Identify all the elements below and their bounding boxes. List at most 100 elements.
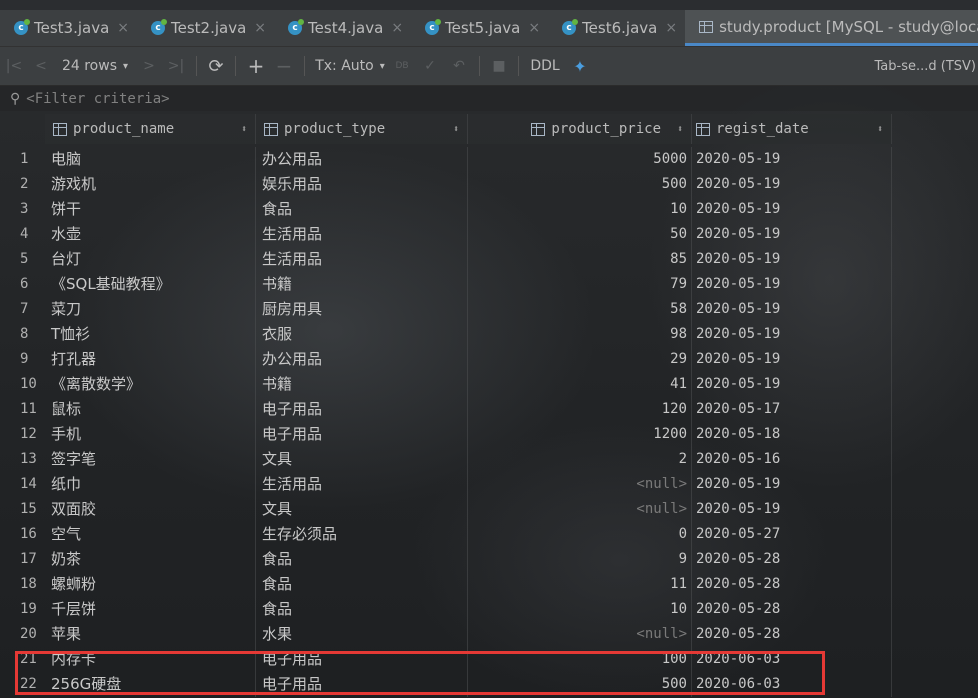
db-icon[interactable]: DB: [389, 47, 415, 85]
close-icon[interactable]: ×: [254, 20, 266, 36]
cell-product-price[interactable]: 10: [468, 197, 692, 222]
cell-regist-date[interactable]: 2020-05-19: [692, 222, 892, 247]
column-header-regist-date[interactable]: regist_date ⬍: [692, 114, 892, 144]
delete-row-icon[interactable]: −: [270, 47, 298, 85]
column-header-product-name[interactable]: product_name ⬍: [45, 114, 256, 144]
cell-product-name[interactable]: 饼干: [45, 197, 256, 222]
table-row[interactable]: 7 菜刀 厨房用具 58 2020-05-19: [0, 297, 892, 322]
cell-product-type[interactable]: 生活用品: [256, 222, 468, 247]
cell-product-type[interactable]: 水果: [256, 622, 468, 647]
cell-product-name[interactable]: 水壶: [45, 222, 256, 247]
cell-product-type[interactable]: 食品: [256, 547, 468, 572]
cell-product-type[interactable]: 书籍: [256, 372, 468, 397]
cell-product-price[interactable]: 10: [468, 597, 692, 622]
first-page-icon[interactable]: |<: [0, 47, 28, 85]
filter-input[interactable]: <Filter criteria>: [26, 91, 169, 107]
table-row[interactable]: 8 T恤衫 衣服 98 2020-05-19: [0, 322, 892, 347]
cell-product-name[interactable]: 奶茶: [45, 547, 256, 572]
cell-regist-date[interactable]: 2020-05-19: [692, 297, 892, 322]
close-icon[interactable]: ×: [391, 20, 403, 36]
cell-product-type[interactable]: 食品: [256, 197, 468, 222]
cell-product-price[interactable]: 85: [468, 247, 692, 272]
table-row[interactable]: 14 纸巾 生活用品 <null> 2020-05-19: [0, 472, 892, 497]
table-row[interactable]: 12 手机 电子用品 1200 2020-05-18: [0, 422, 892, 447]
cell-product-type[interactable]: 食品: [256, 572, 468, 597]
commit-icon[interactable]: ✓: [415, 47, 445, 85]
cell-product-name[interactable]: 《SQL基础教程》: [45, 272, 256, 297]
cell-regist-date[interactable]: 2020-05-28: [692, 547, 892, 572]
cell-product-name[interactable]: 苹果: [45, 622, 256, 647]
cell-product-name[interactable]: 纸巾: [45, 472, 256, 497]
sort-icon[interactable]: ⬍: [241, 124, 247, 135]
tab-test4[interactable]: c Test4.java ×: [274, 10, 411, 46]
table-row[interactable]: 1 电脑 办公用品 5000 2020-05-19: [0, 147, 892, 172]
cell-product-name[interactable]: 双面胶: [45, 497, 256, 522]
cell-regist-date[interactable]: 2020-05-19: [692, 272, 892, 297]
close-icon[interactable]: ×: [528, 20, 540, 36]
cell-regist-date[interactable]: 2020-05-19: [692, 347, 892, 372]
sort-icon[interactable]: ⬍: [877, 124, 883, 135]
cell-product-price[interactable]: 2: [468, 447, 692, 472]
cell-product-name[interactable]: 手机: [45, 422, 256, 447]
table-row[interactable]: 4 水壶 生活用品 50 2020-05-19: [0, 222, 892, 247]
cell-product-name[interactable]: 千层饼: [45, 597, 256, 622]
cell-product-price[interactable]: 41: [468, 372, 692, 397]
cell-regist-date[interactable]: 2020-05-18: [692, 422, 892, 447]
cell-regist-date[interactable]: 2020-05-17: [692, 397, 892, 422]
stop-icon[interactable]: ■: [486, 47, 512, 85]
cell-regist-date[interactable]: 2020-05-28: [692, 622, 892, 647]
cell-product-name[interactable]: T恤衫: [45, 322, 256, 347]
cell-product-name[interactable]: 空气: [45, 522, 256, 547]
cell-product-name[interactable]: 游戏机: [45, 172, 256, 197]
next-page-icon[interactable]: >: [136, 47, 162, 85]
cell-product-price[interactable]: 98: [468, 322, 692, 347]
sort-icon[interactable]: ⬍: [677, 124, 683, 135]
cell-product-price[interactable]: 11: [468, 572, 692, 597]
export-format-dropdown[interactable]: Tab-se...d (TSV): [875, 47, 978, 85]
table-row[interactable]: 19 千层饼 食品 10 2020-05-28: [0, 597, 892, 622]
ddl-button[interactable]: DDL: [525, 47, 565, 85]
rollback-icon[interactable]: ↶: [445, 47, 473, 85]
cell-product-type[interactable]: 生存必须品: [256, 522, 468, 547]
column-header-product-price[interactable]: product_price ⬍: [468, 114, 692, 144]
cell-regist-date[interactable]: 2020-05-16: [692, 447, 892, 472]
cell-product-name[interactable]: 《离散数学》: [45, 372, 256, 397]
cell-product-price[interactable]: 9: [468, 547, 692, 572]
transaction-mode-dropdown[interactable]: Tx: Auto ▾: [311, 47, 389, 85]
cell-product-type[interactable]: 电子用品: [256, 422, 468, 447]
previous-page-icon[interactable]: <: [28, 47, 54, 85]
table-row[interactable]: 17 奶茶 食品 9 2020-05-28: [0, 547, 892, 572]
cell-regist-date[interactable]: 2020-05-28: [692, 597, 892, 622]
tab-test5[interactable]: c Test5.java ×: [411, 10, 548, 46]
refresh-icon[interactable]: ⟳: [203, 47, 229, 85]
cell-product-price[interactable]: 120: [468, 397, 692, 422]
table-row[interactable]: 15 双面胶 文具 <null> 2020-05-19: [0, 497, 892, 522]
filter-bar[interactable]: ⚲ <Filter criteria>: [0, 86, 978, 111]
table-row[interactable]: 18 螺蛳粉 食品 11 2020-05-28: [0, 572, 892, 597]
pin-icon[interactable]: ✦: [565, 47, 595, 85]
cell-product-type[interactable]: 电子用品: [256, 397, 468, 422]
cell-product-price[interactable]: 1200: [468, 422, 692, 447]
cell-regist-date[interactable]: 2020-05-19: [692, 172, 892, 197]
table-row[interactable]: 6 《SQL基础教程》 书籍 79 2020-05-19: [0, 272, 892, 297]
tab-study-product[interactable]: study.product [MySQL - study@local: [685, 10, 978, 46]
cell-regist-date[interactable]: 2020-05-19: [692, 147, 892, 172]
cell-product-type[interactable]: 娱乐用品: [256, 172, 468, 197]
table-row[interactable]: 3 饼干 食品 10 2020-05-19: [0, 197, 892, 222]
table-row[interactable]: 10 《离散数学》 书籍 41 2020-05-19: [0, 372, 892, 397]
tab-test3[interactable]: c Test3.java ×: [0, 10, 137, 46]
cell-product-name[interactable]: 打孔器: [45, 347, 256, 372]
close-icon[interactable]: ×: [117, 20, 129, 36]
cell-product-type[interactable]: 文具: [256, 447, 468, 472]
cell-product-name[interactable]: 台灯: [45, 247, 256, 272]
table-row[interactable]: 20 苹果 水果 <null> 2020-05-28: [0, 622, 892, 647]
cell-product-type[interactable]: 办公用品: [256, 347, 468, 372]
add-row-icon[interactable]: +: [242, 47, 270, 85]
cell-product-name[interactable]: 电脑: [45, 147, 256, 172]
last-page-icon[interactable]: >|: [162, 47, 190, 85]
cell-regist-date[interactable]: 2020-05-19: [692, 372, 892, 397]
cell-product-price[interactable]: 79: [468, 272, 692, 297]
close-icon[interactable]: ×: [665, 20, 677, 36]
table-row[interactable]: 16 空气 生存必须品 0 2020-05-27: [0, 522, 892, 547]
cell-product-price[interactable]: 50: [468, 222, 692, 247]
